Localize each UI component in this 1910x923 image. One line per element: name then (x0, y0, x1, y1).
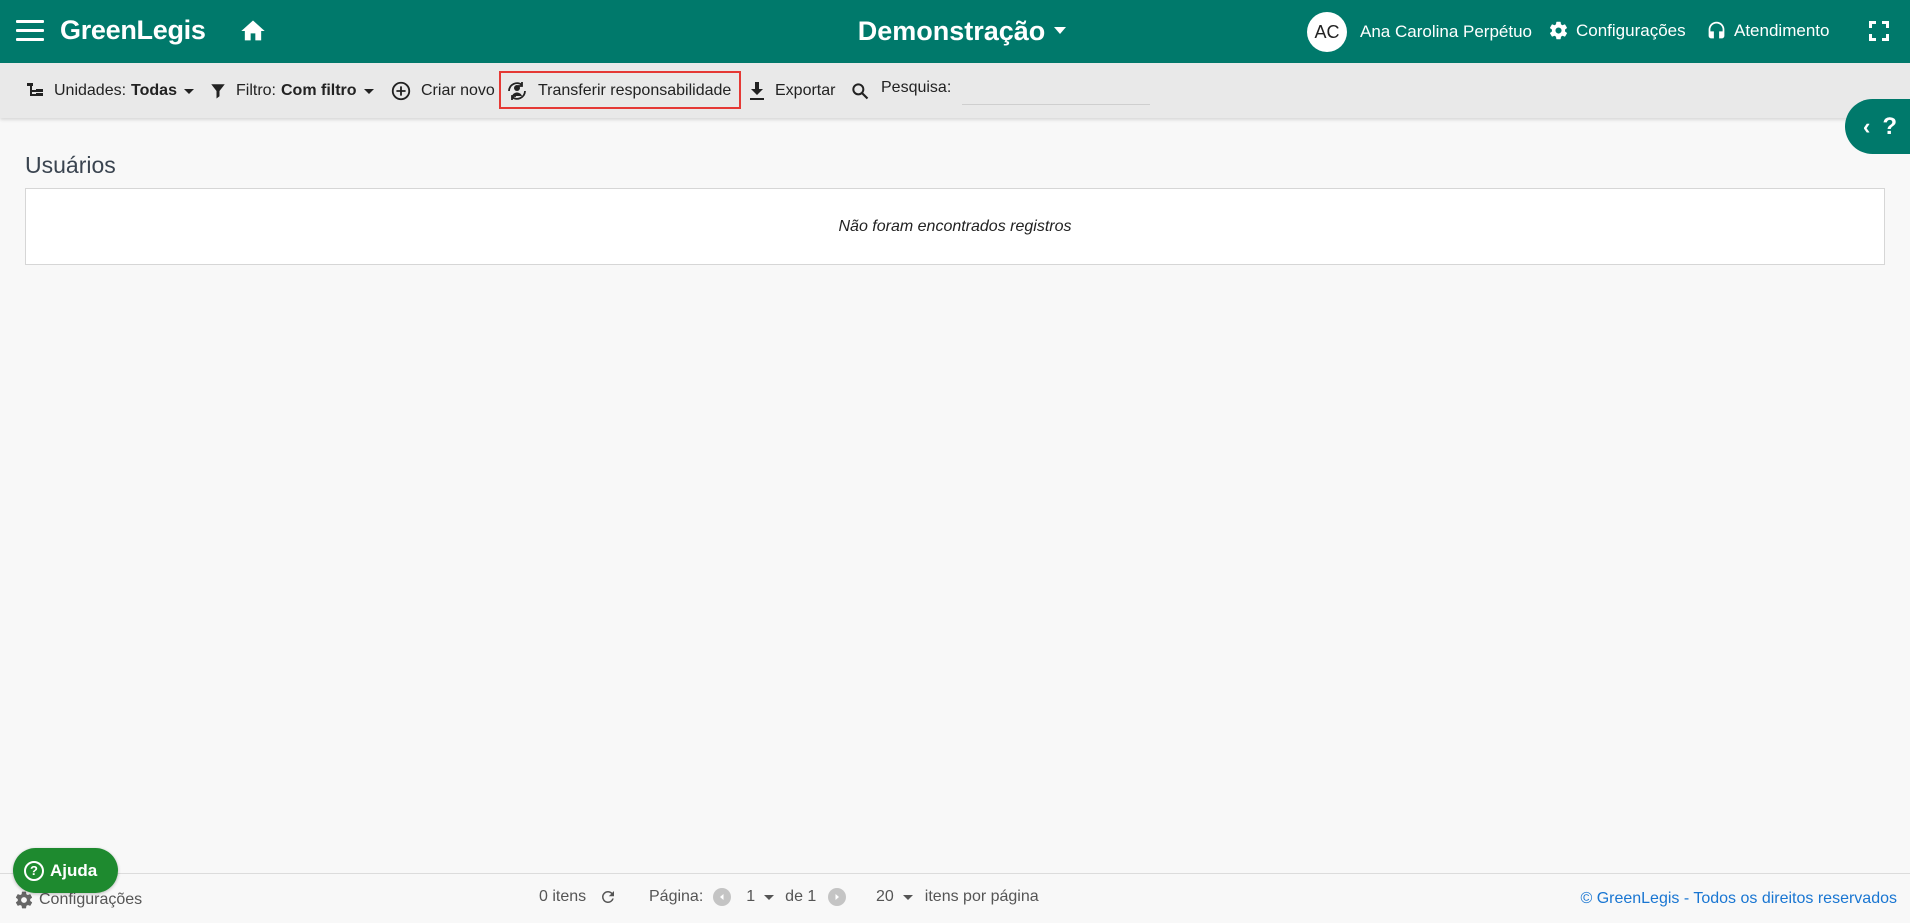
prev-page-button[interactable] (713, 888, 732, 906)
search-icon-wrap (850, 76, 879, 106)
page-label: Página: (649, 888, 704, 905)
fullscreen-icon[interactable] (1867, 19, 1891, 43)
search-input[interactable] (962, 71, 1150, 105)
chevron-left-icon (720, 894, 724, 900)
per-page-label: itens por página (924, 888, 1039, 905)
filter-value: Com filtro (281, 82, 357, 99)
units-label: Unidades: (54, 82, 127, 99)
chevron-down-icon (363, 88, 374, 94)
page-current[interactable]: 1 (746, 888, 755, 906)
chevron-down-icon (1054, 27, 1067, 35)
footer-settings-link[interactable]: Configurações (14, 890, 142, 910)
refresh-icon[interactable] (599, 888, 617, 906)
help-panel-toggle[interactable]: ‹ ? (1845, 99, 1910, 154)
home-icon[interactable] (238, 17, 268, 45)
create-label: Criar novo (421, 82, 495, 99)
copyright-link[interactable]: © GreenLegis - Todos os direitos reserva… (1580, 890, 1897, 908)
toolbar: Unidades: Todas Filtro: Com filtro Criar n… (0, 63, 1910, 118)
gear-icon (15, 891, 33, 909)
pagination: Página: 1 de 1 (649, 888, 847, 906)
chevron-down-icon (183, 88, 194, 94)
highlight-box (499, 71, 741, 109)
settings-link[interactable]: Configurações (1548, 20, 1686, 41)
question-icon: ? (24, 860, 44, 881)
filter-label: Filtro: (236, 82, 276, 99)
page-title: Usuários (25, 152, 116, 178)
avatar: AC (1307, 12, 1347, 52)
footer-settings-label: Configurações (39, 891, 143, 908)
chevron-down-icon (902, 894, 913, 900)
top-app-bar: GreenLegis Demonstração AC Ana Carolina … (0, 0, 1910, 63)
filter-icon (211, 84, 225, 99)
per-page-selector[interactable]: 20 itens por página (876, 888, 1039, 906)
next-page-button[interactable] (828, 888, 847, 906)
settings-label: Configurações (1576, 20, 1686, 40)
menu-icon[interactable] (16, 20, 44, 42)
help-button[interactable]: ? Ajuda (13, 848, 118, 893)
page-of: de 1 (785, 888, 817, 905)
gear-icon (1549, 21, 1568, 40)
search-icon (852, 83, 869, 100)
tree-icon (27, 83, 43, 96)
export-button[interactable]: Exportar (748, 76, 835, 106)
chevron-down-icon[interactable] (764, 894, 775, 900)
search-label: Pesquisa: (881, 79, 952, 96)
workspace-selector[interactable]: Demonstração (858, 16, 1067, 47)
items-count: 0 itens (539, 888, 587, 905)
create-button[interactable]: Criar novo (390, 76, 495, 106)
help-label: Ajuda (50, 860, 98, 880)
empty-message: Não foram encontrados registros (838, 217, 1072, 235)
headset-icon (1708, 21, 1725, 39)
units-value: Todas (131, 82, 177, 99)
units-dropdown[interactable]: Unidades: Todas (25, 76, 194, 106)
support-link[interactable]: Atendimento (1706, 20, 1829, 41)
user-name: Ana Carolina Perpétuo (1360, 22, 1533, 41)
workspace-name: Demonstração (857, 16, 1046, 46)
chevron-left-icon: ‹ (1863, 113, 1871, 139)
app-brand[interactable]: GreenLegis (60, 15, 206, 46)
items-count-wrap: 0 itens (539, 888, 617, 906)
download-icon (750, 82, 764, 100)
question-icon: ? (1882, 112, 1897, 140)
export-label: Exportar (775, 82, 836, 99)
chevron-right-icon (835, 894, 840, 900)
per-page-value: 20 (876, 888, 894, 905)
footer: Configurações 0 itens Página: 1 de 1 20 … (0, 873, 1910, 923)
filter-dropdown[interactable]: Filtro: Com filtro (209, 76, 374, 106)
user-menu[interactable]: AC Ana Carolina Perpétuo (1307, 12, 1532, 52)
support-label: Atendimento (1734, 20, 1830, 40)
users-table: Não foram encontrados registros (25, 188, 1885, 265)
plus-circle-icon (391, 81, 411, 101)
